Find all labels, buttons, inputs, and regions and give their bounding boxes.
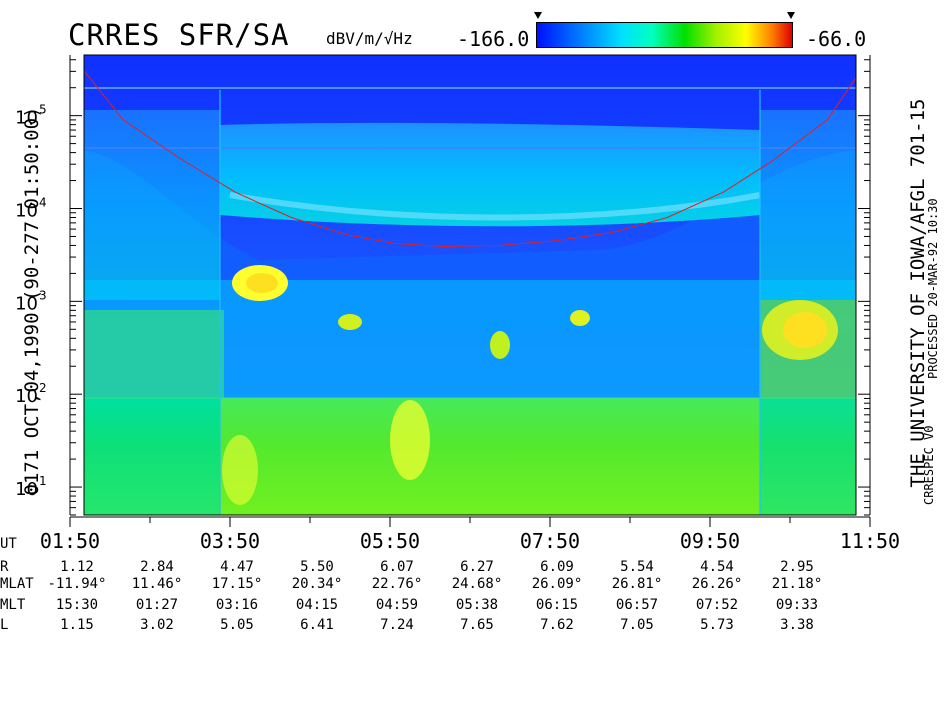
ephem-value: 26.81° [612,576,663,592]
ephem-value: 24.68° [452,576,503,592]
y-tick-label: 10 [15,479,38,500]
ephem-value: 1.15 [60,617,94,633]
ephem-value: 3.38 [780,617,814,633]
y-tick-label: 10 [15,386,38,407]
ephem-value: 3.02 [140,617,174,633]
x-tick-label: 09:50 [680,529,740,553]
ephem-value: 6.09 [540,559,574,575]
ephem-value: 2.95 [780,559,814,575]
ephem-value: 21.18° [772,576,823,592]
x-tick-label: 03:50 [200,529,260,553]
ephem-row-label: R [0,559,9,575]
ephem-value: 4.47 [220,559,254,575]
x-tick-label: 07:50 [520,529,580,553]
ephem-value: 11.46° [132,576,183,592]
ephem-value: 17.15° [212,576,263,592]
ephem-value: 05:38 [456,597,498,613]
ephem-value: 2.84 [140,559,174,575]
ephem-value: 04:59 [376,597,418,613]
x-axis-label: UT [0,536,17,552]
ephem-value: 5.73 [700,617,734,633]
ephem-value: 1.12 [60,559,94,575]
spectrogram-image [84,55,856,515]
ephem-value: 7.62 [540,617,574,633]
ephem-row-label: MLAT [0,576,34,592]
ephem-value: 15:30 [56,597,98,613]
ephem-value: 01:27 [136,597,178,613]
ephem-value: 06:57 [616,597,658,613]
y-tick-exponent: 3 [39,288,47,302]
ephem-value: 5.50 [300,559,334,575]
ephem-value: 6.41 [300,617,334,633]
y-tick-exponent: 2 [39,381,47,395]
ephem-value: 09:33 [776,597,818,613]
ephem-value: -11.94° [47,576,106,592]
ephem-value: 07:52 [696,597,738,613]
ephem-value: 7.05 [620,617,654,633]
ephem-value: 26.09° [532,576,583,592]
ephem-value: 03:16 [216,597,258,613]
ephem-value: 26.26° [692,576,743,592]
ephem-value: 7.24 [380,617,414,633]
y-tick-label: 10 [15,201,38,222]
y-tick-label: 10 [15,108,38,129]
x-tick-label: 11:50 [840,529,900,553]
x-tick-label: 01:50 [40,529,100,553]
ephem-value: 6.07 [380,559,414,575]
ephem-value: 6.27 [460,559,494,575]
y-tick-label: 10 [15,293,38,314]
spectrogram-chart: 01:50 03:50 05:50 07:50 09:50 11:50UT 10 110 21… [0,54,900,633]
ephem-value: 20.34° [292,576,343,592]
y-tick-exponent: 5 [39,103,47,117]
ephem-row-label: L [0,617,8,633]
ephem-value: 7.65 [460,617,494,633]
ephem-value: 4.54 [700,559,734,575]
ephem-value: 22.76° [372,576,423,592]
ephem-value: 04:15 [296,597,338,613]
x-tick-label: 05:50 [360,529,420,553]
ephem-value: 06:15 [536,597,578,613]
ephem-value: 5.54 [620,559,654,575]
ephem-value: 5.05 [220,617,254,633]
y-tick-exponent: 4 [39,196,47,210]
ephem-row-label: MLT [0,597,26,613]
y-tick-exponent: 1 [39,474,47,488]
